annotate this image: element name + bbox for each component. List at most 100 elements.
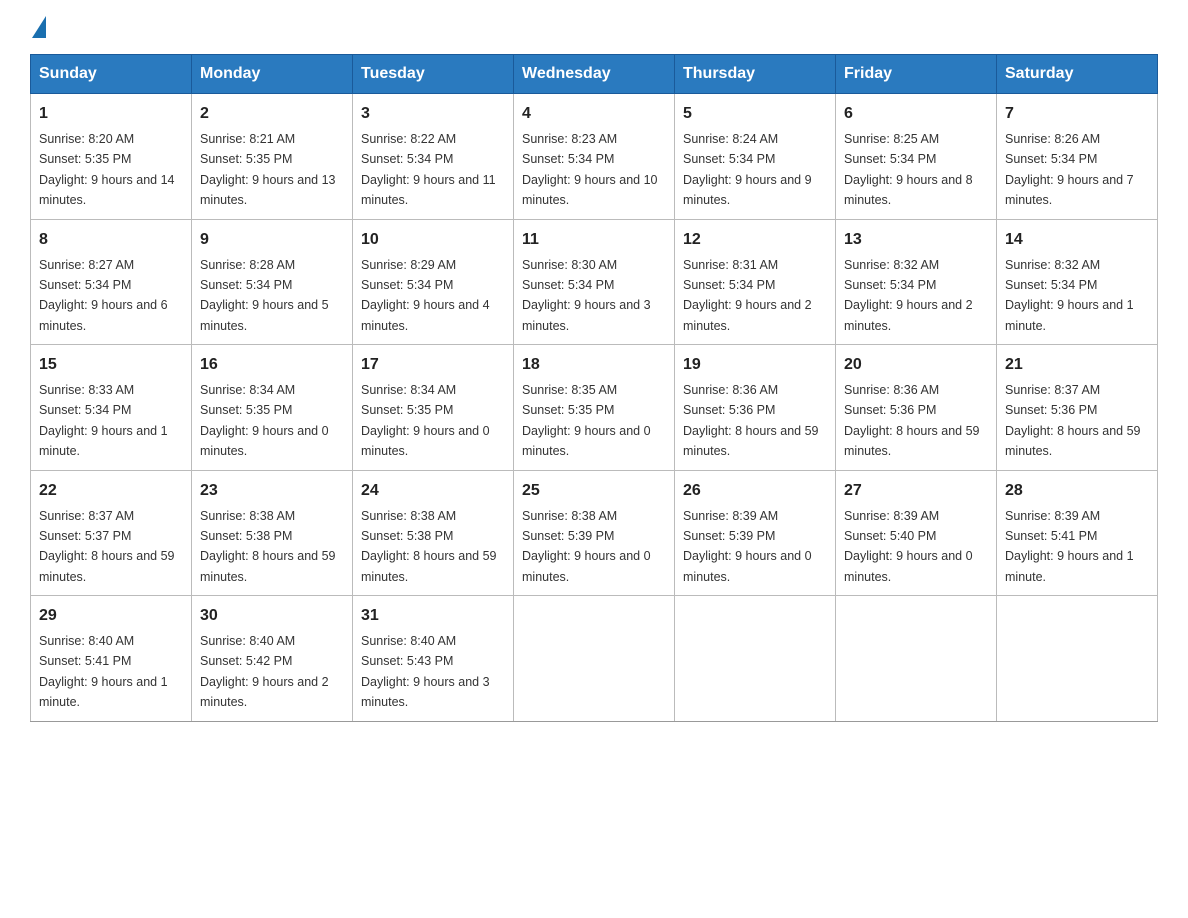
calendar-day-cell: 30 Sunrise: 8:40 AMSunset: 5:42 PMDaylig… bbox=[192, 596, 353, 722]
weekday-header-wednesday: Wednesday bbox=[514, 55, 675, 94]
day-info: Sunrise: 8:30 AMSunset: 5:34 PMDaylight:… bbox=[522, 258, 651, 333]
day-number: 31 bbox=[361, 604, 505, 628]
day-number: 29 bbox=[39, 604, 183, 628]
day-number: 9 bbox=[200, 228, 344, 252]
calendar-day-cell: 29 Sunrise: 8:40 AMSunset: 5:41 PMDaylig… bbox=[31, 596, 192, 722]
calendar-week-row: 29 Sunrise: 8:40 AMSunset: 5:41 PMDaylig… bbox=[31, 596, 1158, 722]
day-info: Sunrise: 8:40 AMSunset: 5:42 PMDaylight:… bbox=[200, 634, 329, 709]
calendar-day-cell: 24 Sunrise: 8:38 AMSunset: 5:38 PMDaylig… bbox=[353, 470, 514, 596]
day-info: Sunrise: 8:35 AMSunset: 5:35 PMDaylight:… bbox=[522, 383, 651, 458]
day-info: Sunrise: 8:37 AMSunset: 5:37 PMDaylight:… bbox=[39, 509, 175, 584]
calendar-day-cell: 1 Sunrise: 8:20 AMSunset: 5:35 PMDayligh… bbox=[31, 94, 192, 220]
day-number: 1 bbox=[39, 102, 183, 126]
calendar-day-cell bbox=[997, 596, 1158, 722]
calendar-day-cell: 14 Sunrise: 8:32 AMSunset: 5:34 PMDaylig… bbox=[997, 219, 1158, 345]
calendar-day-cell: 17 Sunrise: 8:34 AMSunset: 5:35 PMDaylig… bbox=[353, 345, 514, 471]
day-number: 11 bbox=[522, 228, 666, 252]
day-number: 27 bbox=[844, 479, 988, 503]
day-info: Sunrise: 8:40 AMSunset: 5:41 PMDaylight:… bbox=[39, 634, 168, 709]
day-info: Sunrise: 8:21 AMSunset: 5:35 PMDaylight:… bbox=[200, 132, 336, 207]
calendar-day-cell bbox=[675, 596, 836, 722]
day-info: Sunrise: 8:26 AMSunset: 5:34 PMDaylight:… bbox=[1005, 132, 1134, 207]
calendar-day-cell bbox=[514, 596, 675, 722]
day-info: Sunrise: 8:25 AMSunset: 5:34 PMDaylight:… bbox=[844, 132, 973, 207]
day-info: Sunrise: 8:36 AMSunset: 5:36 PMDaylight:… bbox=[683, 383, 819, 458]
day-info: Sunrise: 8:27 AMSunset: 5:34 PMDaylight:… bbox=[39, 258, 168, 333]
calendar-week-row: 8 Sunrise: 8:27 AMSunset: 5:34 PMDayligh… bbox=[31, 219, 1158, 345]
calendar-week-row: 15 Sunrise: 8:33 AMSunset: 5:34 PMDaylig… bbox=[31, 345, 1158, 471]
day-number: 26 bbox=[683, 479, 827, 503]
day-number: 18 bbox=[522, 353, 666, 377]
calendar-day-cell: 26 Sunrise: 8:39 AMSunset: 5:39 PMDaylig… bbox=[675, 470, 836, 596]
day-number: 8 bbox=[39, 228, 183, 252]
calendar-day-cell: 12 Sunrise: 8:31 AMSunset: 5:34 PMDaylig… bbox=[675, 219, 836, 345]
day-number: 22 bbox=[39, 479, 183, 503]
calendar-day-cell: 22 Sunrise: 8:37 AMSunset: 5:37 PMDaylig… bbox=[31, 470, 192, 596]
logo-triangle-icon bbox=[32, 16, 46, 38]
day-info: Sunrise: 8:23 AMSunset: 5:34 PMDaylight:… bbox=[522, 132, 658, 207]
logo bbox=[30, 20, 46, 38]
day-info: Sunrise: 8:38 AMSunset: 5:38 PMDaylight:… bbox=[200, 509, 336, 584]
day-info: Sunrise: 8:24 AMSunset: 5:34 PMDaylight:… bbox=[683, 132, 812, 207]
day-info: Sunrise: 8:34 AMSunset: 5:35 PMDaylight:… bbox=[361, 383, 490, 458]
calendar-day-cell: 20 Sunrise: 8:36 AMSunset: 5:36 PMDaylig… bbox=[836, 345, 997, 471]
calendar-week-row: 22 Sunrise: 8:37 AMSunset: 5:37 PMDaylig… bbox=[31, 470, 1158, 596]
weekday-header-thursday: Thursday bbox=[675, 55, 836, 94]
day-number: 5 bbox=[683, 102, 827, 126]
day-info: Sunrise: 8:31 AMSunset: 5:34 PMDaylight:… bbox=[683, 258, 812, 333]
weekday-header-monday: Monday bbox=[192, 55, 353, 94]
logo-blue-part bbox=[30, 20, 46, 38]
day-number: 30 bbox=[200, 604, 344, 628]
day-number: 28 bbox=[1005, 479, 1149, 503]
day-number: 15 bbox=[39, 353, 183, 377]
calendar-day-cell: 28 Sunrise: 8:39 AMSunset: 5:41 PMDaylig… bbox=[997, 470, 1158, 596]
day-info: Sunrise: 8:39 AMSunset: 5:41 PMDaylight:… bbox=[1005, 509, 1134, 584]
calendar-day-cell: 25 Sunrise: 8:38 AMSunset: 5:39 PMDaylig… bbox=[514, 470, 675, 596]
calendar-day-cell: 9 Sunrise: 8:28 AMSunset: 5:34 PMDayligh… bbox=[192, 219, 353, 345]
weekday-header-sunday: Sunday bbox=[31, 55, 192, 94]
day-info: Sunrise: 8:37 AMSunset: 5:36 PMDaylight:… bbox=[1005, 383, 1141, 458]
calendar-day-cell: 10 Sunrise: 8:29 AMSunset: 5:34 PMDaylig… bbox=[353, 219, 514, 345]
calendar-day-cell: 2 Sunrise: 8:21 AMSunset: 5:35 PMDayligh… bbox=[192, 94, 353, 220]
calendar-day-cell: 19 Sunrise: 8:36 AMSunset: 5:36 PMDaylig… bbox=[675, 345, 836, 471]
calendar-day-cell: 13 Sunrise: 8:32 AMSunset: 5:34 PMDaylig… bbox=[836, 219, 997, 345]
day-info: Sunrise: 8:32 AMSunset: 5:34 PMDaylight:… bbox=[1005, 258, 1134, 333]
day-number: 12 bbox=[683, 228, 827, 252]
day-info: Sunrise: 8:20 AMSunset: 5:35 PMDaylight:… bbox=[39, 132, 175, 207]
day-info: Sunrise: 8:38 AMSunset: 5:39 PMDaylight:… bbox=[522, 509, 651, 584]
day-info: Sunrise: 8:33 AMSunset: 5:34 PMDaylight:… bbox=[39, 383, 168, 458]
calendar-day-cell: 16 Sunrise: 8:34 AMSunset: 5:35 PMDaylig… bbox=[192, 345, 353, 471]
calendar-day-cell: 8 Sunrise: 8:27 AMSunset: 5:34 PMDayligh… bbox=[31, 219, 192, 345]
day-number: 24 bbox=[361, 479, 505, 503]
day-number: 4 bbox=[522, 102, 666, 126]
day-info: Sunrise: 8:40 AMSunset: 5:43 PMDaylight:… bbox=[361, 634, 490, 709]
calendar-day-cell: 15 Sunrise: 8:33 AMSunset: 5:34 PMDaylig… bbox=[31, 345, 192, 471]
day-number: 16 bbox=[200, 353, 344, 377]
day-number: 7 bbox=[1005, 102, 1149, 126]
calendar-week-row: 1 Sunrise: 8:20 AMSunset: 5:35 PMDayligh… bbox=[31, 94, 1158, 220]
calendar-day-cell: 4 Sunrise: 8:23 AMSunset: 5:34 PMDayligh… bbox=[514, 94, 675, 220]
day-number: 20 bbox=[844, 353, 988, 377]
day-number: 14 bbox=[1005, 228, 1149, 252]
calendar-day-cell: 21 Sunrise: 8:37 AMSunset: 5:36 PMDaylig… bbox=[997, 345, 1158, 471]
calendar-header-row: SundayMondayTuesdayWednesdayThursdayFrid… bbox=[31, 55, 1158, 94]
calendar-day-cell: 18 Sunrise: 8:35 AMSunset: 5:35 PMDaylig… bbox=[514, 345, 675, 471]
day-number: 17 bbox=[361, 353, 505, 377]
day-info: Sunrise: 8:32 AMSunset: 5:34 PMDaylight:… bbox=[844, 258, 973, 333]
calendar-table: SundayMondayTuesdayWednesdayThursdayFrid… bbox=[30, 54, 1158, 722]
day-number: 2 bbox=[200, 102, 344, 126]
calendar-day-cell: 6 Sunrise: 8:25 AMSunset: 5:34 PMDayligh… bbox=[836, 94, 997, 220]
calendar-day-cell: 23 Sunrise: 8:38 AMSunset: 5:38 PMDaylig… bbox=[192, 470, 353, 596]
calendar-day-cell: 31 Sunrise: 8:40 AMSunset: 5:43 PMDaylig… bbox=[353, 596, 514, 722]
calendar-day-cell: 27 Sunrise: 8:39 AMSunset: 5:40 PMDaylig… bbox=[836, 470, 997, 596]
calendar-day-cell: 5 Sunrise: 8:24 AMSunset: 5:34 PMDayligh… bbox=[675, 94, 836, 220]
calendar-day-cell: 7 Sunrise: 8:26 AMSunset: 5:34 PMDayligh… bbox=[997, 94, 1158, 220]
day-info: Sunrise: 8:22 AMSunset: 5:34 PMDaylight:… bbox=[361, 132, 496, 207]
day-number: 21 bbox=[1005, 353, 1149, 377]
day-info: Sunrise: 8:34 AMSunset: 5:35 PMDaylight:… bbox=[200, 383, 329, 458]
day-info: Sunrise: 8:38 AMSunset: 5:38 PMDaylight:… bbox=[361, 509, 497, 584]
day-number: 3 bbox=[361, 102, 505, 126]
day-number: 13 bbox=[844, 228, 988, 252]
day-info: Sunrise: 8:28 AMSunset: 5:34 PMDaylight:… bbox=[200, 258, 329, 333]
day-number: 10 bbox=[361, 228, 505, 252]
